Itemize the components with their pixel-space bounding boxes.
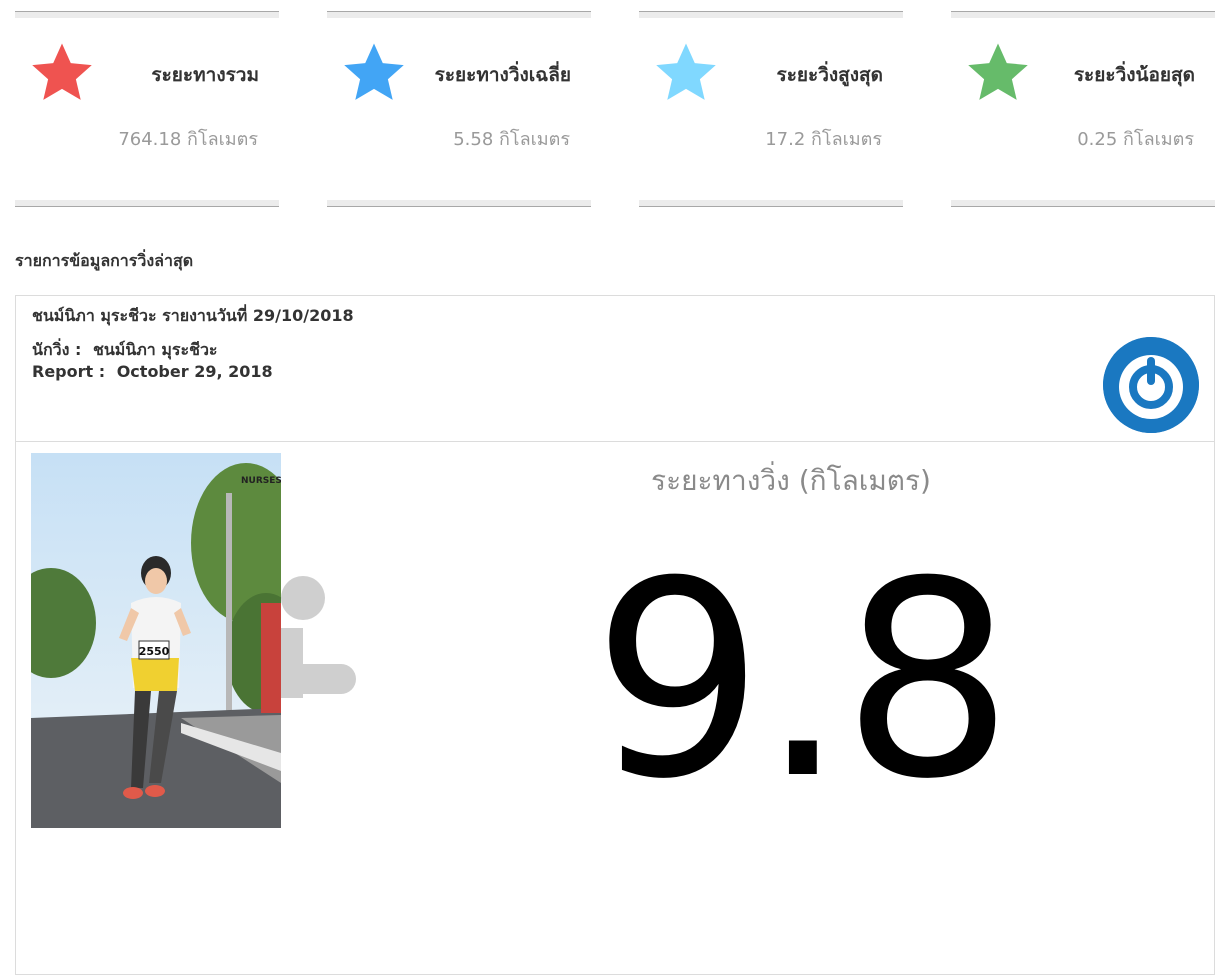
star-icon bbox=[968, 43, 1028, 100]
distance-value: 9.8 bbox=[592, 523, 1013, 838]
stats-row: ระยะทางรวม 764.18 กิโลเมตร ระยะทางวิ่งเฉ… bbox=[15, 11, 1215, 207]
runner-photo-image: 2550 NURSES RUN bbox=[31, 453, 281, 828]
bib-number: 2550 bbox=[139, 645, 170, 658]
power-icon[interactable] bbox=[1103, 337, 1199, 433]
stat-title: ระยะวิ่งน้อยสุด bbox=[1073, 64, 1195, 86]
photo-logo: NURSES RUN bbox=[241, 476, 281, 486]
report-heading: ชนม์นิภา มุระชีวะ รายงานวันที่ 29/10/201… bbox=[32, 306, 354, 325]
stat-title: ระยะทางวิ่งเฉลี่ย bbox=[434, 64, 571, 86]
section-title: รายการข้อมูลการวิ่งล่าสุด bbox=[15, 251, 194, 270]
star-icon bbox=[344, 43, 404, 100]
stat-value: 17.2 กิโลเมตร bbox=[765, 129, 882, 150]
stat-card-min-distance: ระยะวิ่งน้อยสุด 0.25 กิโลเมตร bbox=[951, 11, 1215, 207]
stat-title: ระยะทางรวม bbox=[151, 64, 259, 86]
stat-title: ระยะวิ่งสูงสุด bbox=[776, 64, 883, 86]
stat-card-max-distance: ระยะวิ่งสูงสุด 17.2 กิโลเมตร bbox=[639, 11, 903, 207]
stat-value: 5.58 กิโลเมตร bbox=[453, 129, 570, 150]
star-icon bbox=[32, 43, 92, 100]
stat-card-total-distance: ระยะทางรวม 764.18 กิโลเมตร bbox=[15, 11, 279, 207]
report-date: October 29, 2018 bbox=[116, 362, 273, 381]
stat-value: 764.18 กิโลเมตร bbox=[118, 129, 258, 150]
stat-card-average-distance: ระยะทางวิ่งเฉลี่ย 5.58 กิโลเมตร bbox=[327, 11, 591, 207]
runner-line: นักวิ่ง : ชนม์นิภา มุระชีวะ bbox=[32, 338, 218, 363]
report-date-line: Report : October 29, 2018 bbox=[32, 362, 273, 381]
runner-photo: 2550 NURSES RUN bbox=[31, 453, 281, 828]
stat-value: 0.25 กิโลเมตร bbox=[1077, 129, 1194, 150]
person-placeholder-icon bbox=[281, 576, 356, 698]
distance-label: ระยะทางวิ่ง (กิโลเมตร) bbox=[651, 464, 931, 497]
runner-label: นักวิ่ง : bbox=[32, 340, 82, 359]
star-icon bbox=[656, 43, 716, 100]
runner-name: ชนม์นิภา มุระชีวะ bbox=[92, 340, 218, 359]
latest-run-report: ชนม์นิภา มุระชีวะ รายงานวันที่ 29/10/201… bbox=[15, 295, 1215, 975]
report-header: ชนม์นิภา มุระชีวะ รายงานวันที่ 29/10/201… bbox=[16, 296, 1214, 442]
report-label: Report : bbox=[32, 362, 106, 381]
